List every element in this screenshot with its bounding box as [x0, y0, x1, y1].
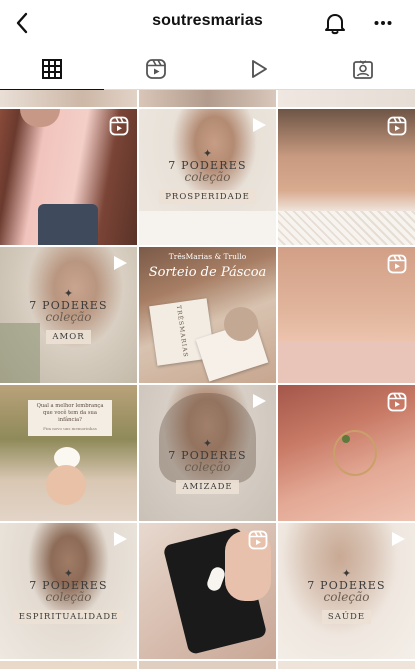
- collection-label: PROSPERIDADE: [159, 190, 256, 204]
- post-thumbnail[interactable]: [139, 661, 276, 669]
- collection-overlay: ✦ 7 PODERES coleção AMOR: [0, 289, 137, 344]
- profile-username: soutresmarias: [152, 12, 263, 29]
- collection-script: coleção: [45, 590, 92, 604]
- tab-grid[interactable]: [0, 48, 104, 90]
- collection-overlay: ✦ 7 PODERES coleção AMIZADE: [139, 439, 276, 494]
- sparkle-icon: ✦: [202, 148, 213, 160]
- tab-tagged[interactable]: [311, 48, 415, 89]
- collection-script: coleção: [323, 590, 370, 604]
- post-thumbnail[interactable]: [278, 109, 415, 245]
- post-thumbnail[interactable]: ✦ 7 PODERES coleção ESPIRITUALIDADE: [0, 523, 137, 659]
- post-thumbnail[interactable]: ✦ 7 PODERES coleção AMIZADE: [139, 385, 276, 521]
- sparkle-icon: ✦: [202, 438, 213, 450]
- reels-icon: [109, 116, 129, 136]
- post-thumbnail[interactable]: [0, 90, 137, 107]
- notifications-button[interactable]: [322, 10, 348, 36]
- posts-grid: ✦ 7 PODERES coleção PROSPERIDADE ✦ 7 POD…: [0, 90, 415, 669]
- gift-box-brand: TRÊSMARIAS: [174, 304, 190, 359]
- post-thumbnail[interactable]: ✦ 7 PODERES coleção SAÚDE: [278, 523, 415, 659]
- tab-reels[interactable]: [104, 48, 208, 89]
- collection-label: ESPIRITUALIDADE: [12, 610, 125, 624]
- collection-script: coleção: [184, 170, 231, 184]
- collection-label: SAÚDE: [321, 610, 372, 624]
- more-horizontal-icon: [374, 21, 392, 25]
- post-thumbnail[interactable]: ✦ 7 PODERES coleção PROSPERIDADE: [139, 109, 276, 245]
- collection-script: coleção: [184, 460, 231, 474]
- post-thumbnail[interactable]: [139, 90, 276, 107]
- tagged-icon: [353, 59, 374, 79]
- collection-overlay: ✦ 7 PODERES coleção SAÚDE: [278, 569, 415, 624]
- reels-icon: [387, 116, 407, 136]
- question-text: Qual a melhor lembrança que você tem da …: [36, 403, 104, 423]
- profile-header: soutresmarias: [0, 0, 415, 46]
- post-thumbnail[interactable]: [139, 523, 276, 659]
- reels-icon: [145, 58, 166, 79]
- collection-overlay: ✦ 7 PODERES coleção PROSPERIDADE: [139, 149, 276, 204]
- bell-icon: [325, 14, 345, 35]
- question-footer: Fim novo uns memorinhas: [43, 426, 97, 431]
- reels-icon: [248, 530, 268, 550]
- play-icon: [114, 256, 127, 270]
- reels-icon: [387, 254, 407, 274]
- play-icon: [392, 532, 405, 546]
- post-thumbnail[interactable]: TrêsMarias & Trullo Sorteio de Páscoa TR…: [139, 247, 276, 383]
- profile-tabs: [0, 48, 415, 90]
- collection-overlay: ✦ 7 PODERES coleção ESPIRITUALIDADE: [0, 569, 137, 624]
- post-thumbnail[interactable]: ✦ 7 PODERES coleção AMOR: [0, 247, 137, 383]
- play-icon: [252, 59, 268, 78]
- post-thumbnail[interactable]: [278, 90, 415, 107]
- grid-icon: [41, 58, 62, 79]
- more-options-button[interactable]: [370, 10, 396, 36]
- play-icon: [253, 118, 266, 132]
- post-thumbnail[interactable]: [278, 661, 415, 669]
- post-thumbnail[interactable]: [278, 385, 415, 521]
- post-thumbnail[interactable]: Qual a melhor lembrança que você tem da …: [0, 385, 137, 521]
- post-thumbnail[interactable]: [0, 109, 137, 245]
- post-thumbnail[interactable]: [278, 247, 415, 383]
- play-icon: [114, 532, 127, 546]
- collection-label: AMIZADE: [176, 480, 239, 494]
- collection-script: coleção: [45, 310, 92, 324]
- sparkle-icon: ✦: [341, 568, 352, 580]
- giveaway-top-text: TrêsMarias & Trullo: [168, 252, 247, 261]
- giveaway-title: Sorteio de Páscoa: [148, 265, 267, 280]
- tab-videos[interactable]: [208, 48, 312, 89]
- collection-label: AMOR: [46, 330, 91, 344]
- sparkle-icon: ✦: [63, 288, 74, 300]
- reels-icon: [387, 392, 407, 412]
- play-icon: [253, 394, 266, 408]
- sparkle-icon: ✦: [63, 568, 74, 580]
- post-thumbnail[interactable]: [0, 661, 137, 669]
